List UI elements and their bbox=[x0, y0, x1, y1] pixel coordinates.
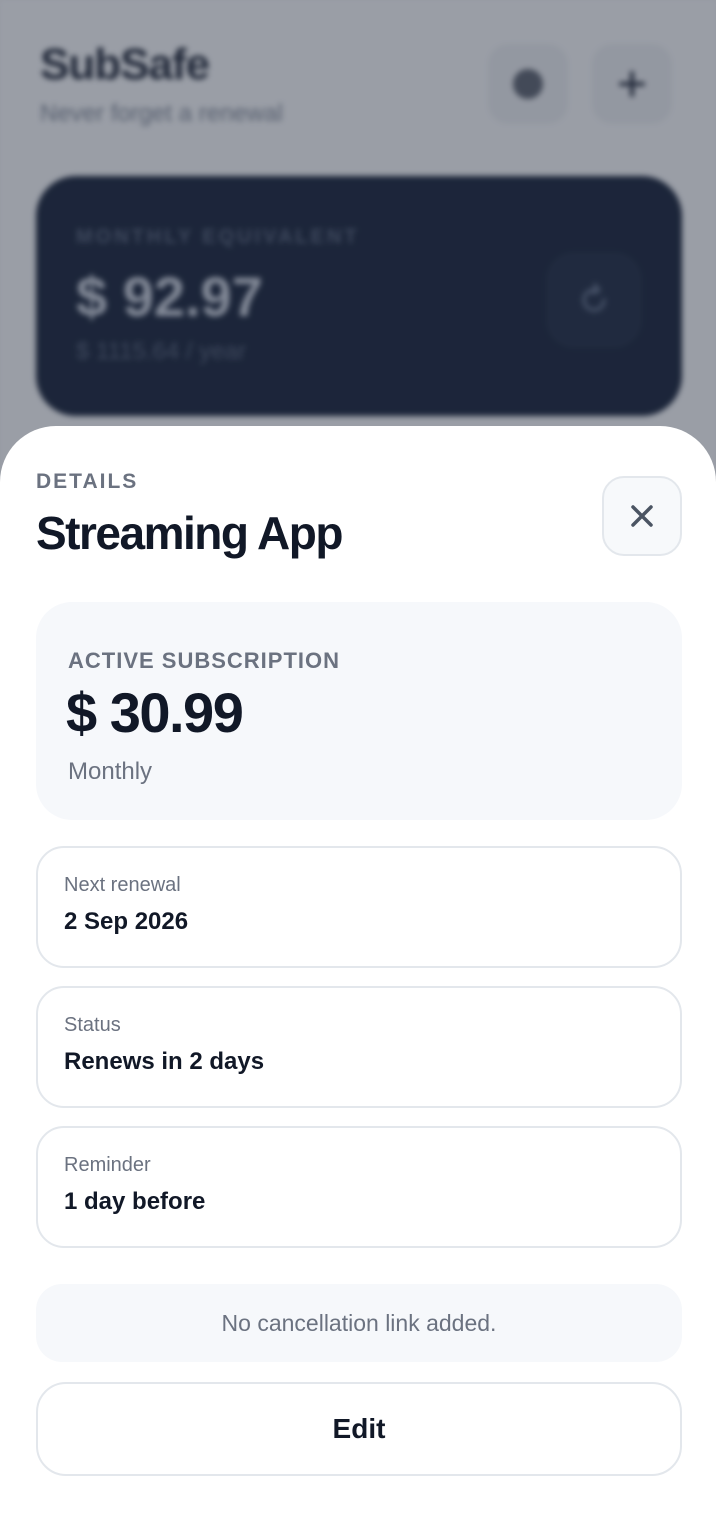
summary-label: ACTIVE SUBSCRIPTION bbox=[68, 648, 341, 673]
next-renewal-label: Next renewal bbox=[64, 874, 181, 896]
details-sheet: DETAILS Streaming App ACTIVE SUBSCRIPTIO… bbox=[0, 426, 716, 1524]
cancellation-notice: No cancellation link added. bbox=[36, 1284, 682, 1362]
billing-cycle: Monthly bbox=[68, 758, 153, 785]
status-value: Renews in 2 days bbox=[64, 1048, 265, 1075]
reminder-label: Reminder bbox=[64, 1154, 151, 1176]
status-label: Status bbox=[64, 1014, 121, 1036]
close-icon bbox=[631, 505, 653, 527]
next-renewal-card: Next renewal 2 Sep 2026 bbox=[36, 846, 682, 968]
screen: SubSafe Never forget a renewal MONTHLY E… bbox=[0, 0, 716, 1524]
sheet-eyebrow: DETAILS bbox=[36, 470, 139, 493]
subscription-price: $ 30.99 bbox=[66, 681, 244, 744]
sheet-title: Streaming App bbox=[36, 507, 343, 559]
close-button[interactable] bbox=[602, 476, 682, 556]
reminder-card: Reminder 1 day before bbox=[36, 1126, 682, 1248]
status-card: Status Renews in 2 days bbox=[36, 986, 682, 1108]
edit-button[interactable]: Edit bbox=[36, 1382, 682, 1476]
next-renewal-value: 2 Sep 2026 bbox=[64, 908, 189, 935]
reminder-value: 1 day before bbox=[64, 1188, 206, 1215]
subscription-summary: ACTIVE SUBSCRIPTION $ 30.99 Monthly bbox=[36, 602, 682, 820]
